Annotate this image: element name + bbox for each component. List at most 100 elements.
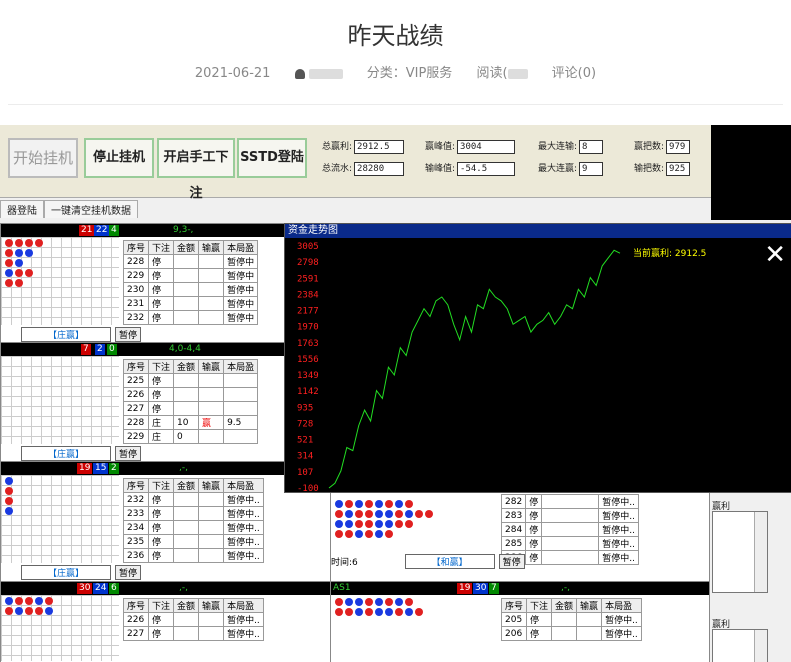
table-row: 227 停 xyxy=(122,401,259,416)
table-row: 233 停暂停中.. xyxy=(122,506,264,521)
reads-blurred xyxy=(507,68,528,79)
count-green: 4 xyxy=(109,225,119,236)
post-date: 2021-06-21 xyxy=(194,66,271,81)
black-panel xyxy=(711,125,791,220)
scrollbar[interactable] xyxy=(754,512,767,592)
table-row: 285 停暂停中.. xyxy=(500,536,639,551)
peak-loss: 输峰值: -54.5 xyxy=(425,161,516,176)
y-tick-label: 1142 xyxy=(297,387,319,397)
bead-road xyxy=(331,498,499,558)
table-panel-right-1: 282 停暂停中.. 283 停暂停中.. 284 停暂停中.. 285 停暂停中.. … xyxy=(330,491,710,583)
table-row: 231 停暂停中 xyxy=(122,296,259,311)
panel-info: 4,0-4,4 xyxy=(169,344,201,354)
y-tick-label: 2177 xyxy=(297,307,319,317)
y-tick-label: 1349 xyxy=(297,371,319,381)
panel-footer: 时间:6 【和赢】 暂停 xyxy=(331,554,525,569)
manual-bet-button[interactable]: 开启手工下注 xyxy=(157,138,235,201)
author-blurred xyxy=(308,68,343,79)
post-category[interactable]: 分类：VIP服务 xyxy=(367,66,453,81)
table-row: 234 停暂停中.. xyxy=(122,520,264,535)
count-blue: 30 xyxy=(473,583,489,594)
side-list-2[interactable] xyxy=(712,629,768,662)
screenshot-image: 开始挂机 停止挂机 开启手工下注 SSTD登陆 总赢利: 2912.5 总流水: 2… xyxy=(0,125,791,662)
count-red: 7 xyxy=(81,344,91,355)
y-tick-label: 935 xyxy=(297,403,313,413)
bead-road xyxy=(1,237,119,325)
y-tick-label: 2384 xyxy=(297,290,319,300)
pause-button[interactable]: 暂停 xyxy=(115,327,142,342)
tab-clear-data[interactable]: 一键清空挂机数据 xyxy=(44,200,138,218)
post-reads: 阅读( xyxy=(476,66,528,81)
article-meta: 2021-06-21 分类：VIP服务 阅读( 评论(0) xyxy=(0,62,791,81)
bead-road xyxy=(1,356,119,444)
user-icon xyxy=(294,68,305,79)
current-profit-label: 当前赢利: 2912.5 xyxy=(633,247,706,259)
bank-win-label: 【和赢】 xyxy=(404,554,495,569)
y-tick-label: 728 xyxy=(297,419,313,429)
table-row: 227 停暂停中.. xyxy=(122,626,264,641)
count-red: 21 xyxy=(79,225,95,236)
panel-header: AS1 19 30 7 ,-, xyxy=(331,582,709,595)
table-row: 228 停暂停中 xyxy=(122,254,259,269)
table-name: AS1 xyxy=(333,583,351,593)
panel-header: 19 15 2 ,-, xyxy=(1,462,331,475)
count-red: 19 xyxy=(457,583,473,594)
table-panel-3: 19 15 2 ,-, 序号 下注 金额 输赢 本局盈 232 停暂停中.. 233 停暂停… xyxy=(0,461,332,583)
pause-button[interactable]: 暂停 xyxy=(498,554,525,569)
table-panel-4: 30 24 6 ,-, 序号 下注 金额 输赢 本局盈 226 停暂停中.. 227 停暂停… xyxy=(0,581,332,662)
panel-header: 21 22 4 9,3-, xyxy=(1,224,285,237)
y-tick-label: -100 xyxy=(297,484,319,492)
bank-win-label: 【庄赢】 xyxy=(21,327,111,342)
count-green: 7 xyxy=(489,583,499,594)
table-row: 284 停暂停中.. xyxy=(500,522,639,537)
side-list-1[interactable] xyxy=(712,511,768,593)
table-row: 230 停暂停中 xyxy=(122,282,259,297)
login-button[interactable]: SSTD登陆 xyxy=(237,138,307,178)
header-divider xyxy=(8,104,783,105)
panel-info: ,-, xyxy=(179,583,188,593)
table-row: 229 庄 0 xyxy=(122,429,259,444)
max-streak-2: 最大连赢: 9 xyxy=(538,161,604,176)
y-tick-label: 107 xyxy=(297,468,313,478)
tab-login[interactable]: 器登陆 xyxy=(0,200,44,218)
table-panel-1: 21 22 4 9,3-, 序号 下注 金额 输赢 本局盈 228 停暂停中 229 停暂停… xyxy=(0,223,286,345)
bet-table: 序号 下注 金额 输赢 本局盈 225 停 226 停 227 停 228 庄 10 赢 9.5 22… xyxy=(122,359,259,444)
count-green: 6 xyxy=(109,583,119,594)
bead-road xyxy=(1,475,119,563)
bet-table: 序号 下注 金额 输赢 本局盈 205 停暂停中.. 206 停暂停中.. xyxy=(500,598,642,641)
panel-header: 30 24 6 ,-, xyxy=(1,582,331,595)
scrollbar[interactable] xyxy=(754,630,767,662)
panel-footer: 【庄赢】 暂停 xyxy=(21,446,142,461)
table-row: 235 停暂停中.. xyxy=(122,534,264,549)
table-row: 226 停 xyxy=(122,387,259,402)
start-button[interactable]: 开始挂机 xyxy=(8,138,78,178)
total-win: 总赢利: 2912.5 xyxy=(322,139,405,154)
table-panel-2: 7 2 0 4,0-4,4 序号 下注 金额 输赢 本局盈 225 停 226 停 227 停… xyxy=(0,342,286,464)
time-label: 时间:6 xyxy=(331,558,358,568)
table-row: 282 停暂停中.. xyxy=(500,494,639,509)
table-row: 206 停暂停中.. xyxy=(500,626,642,641)
table-row: 283 停暂停中.. xyxy=(500,508,639,523)
count-red: 30 xyxy=(77,583,93,594)
panel-info: ,-, xyxy=(561,583,570,593)
stop-button[interactable]: 停止挂机 xyxy=(84,138,154,178)
toolbar: 开始挂机 停止挂机 开启手工下注 SSTD登陆 总赢利: 2912.5 总流水: 2… xyxy=(0,125,711,201)
peak-win: 赢峰值: 3004 xyxy=(425,139,516,154)
loss-rounds: 输把数: 925 xyxy=(634,161,691,176)
author[interactable] xyxy=(294,66,343,81)
y-tick-label: 3005 xyxy=(297,242,319,252)
count-blue: 24 xyxy=(93,583,109,594)
chart-window-title: 资金走势图 xyxy=(285,224,791,238)
y-tick-label: 1970 xyxy=(297,323,319,333)
panel-footer: 【庄赢】 暂停 xyxy=(21,327,142,342)
table-panel-right-2: AS1 19 30 7 ,-, 序号 下注 金额 输赢 本局盈 205 停暂停中.. 20… xyxy=(330,581,710,662)
pause-button[interactable]: 暂停 xyxy=(115,565,142,580)
profit-line xyxy=(328,249,621,489)
pause-button[interactable]: 暂停 xyxy=(115,446,142,461)
bet-table: 序号 下注 金额 输赢 本局盈 232 停暂停中.. 233 停暂停中.. 234 停暂停中.… xyxy=(122,478,264,563)
post-comments[interactable]: 评论(0) xyxy=(552,66,596,81)
article-title: 昨天战绩 xyxy=(347,22,444,50)
panel-footer: 【庄赢】 暂停 xyxy=(21,565,142,580)
bank-win-label: 【庄赢】 xyxy=(21,446,111,461)
y-tick-label: 314 xyxy=(297,452,313,462)
